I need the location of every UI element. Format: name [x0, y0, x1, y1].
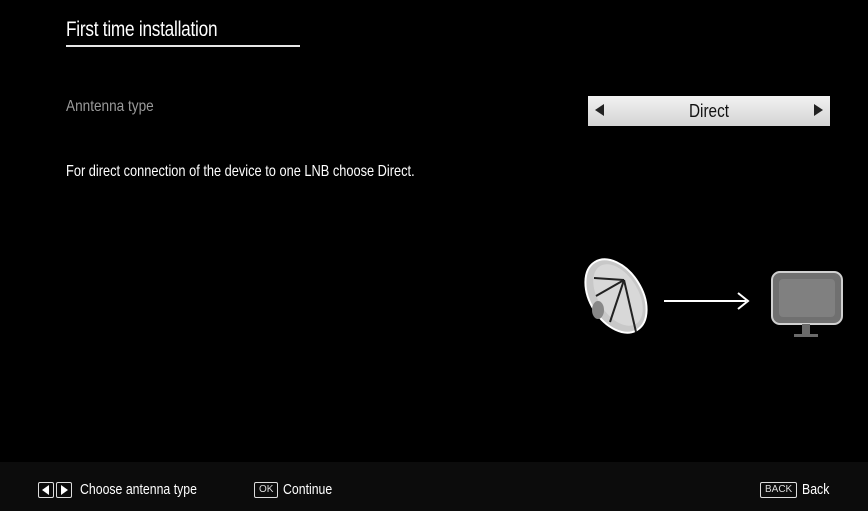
antenna-type-label: Anntenna type — [66, 98, 154, 115]
footer-bar: Choose antenna type OK Continue BACK Bac… — [0, 462, 868, 511]
footer-continue-label: Continue — [283, 481, 333, 498]
title-underline — [66, 45, 300, 47]
description-text: For direct connection of the device to o… — [66, 163, 415, 180]
footer-continue-hint[interactable]: OK Continue — [254, 481, 344, 498]
back-key-icon: BACK — [760, 481, 798, 498]
tv-icon — [771, 271, 843, 337]
satellite-dish-icon — [584, 258, 648, 334]
right-arrow-icon[interactable] — [814, 104, 823, 116]
footer-choose-hint[interactable]: Choose antenna type — [38, 481, 223, 498]
antenna-type-selector[interactable]: Direct — [588, 96, 830, 126]
footer-back-label: Back — [802, 481, 830, 498]
right-key-icon — [56, 481, 72, 498]
left-key-icon — [38, 481, 54, 498]
footer-back-hint[interactable]: BACK Back — [760, 481, 836, 498]
ok-key-icon: OK — [254, 481, 279, 498]
footer-choose-label: Choose antenna type — [80, 481, 197, 498]
left-arrow-icon[interactable] — [595, 104, 604, 116]
arrow-right-icon — [664, 292, 750, 310]
connection-diagram — [584, 258, 843, 337]
page-title: First time installation — [66, 18, 218, 41]
antenna-type-value: Direct — [689, 101, 729, 121]
